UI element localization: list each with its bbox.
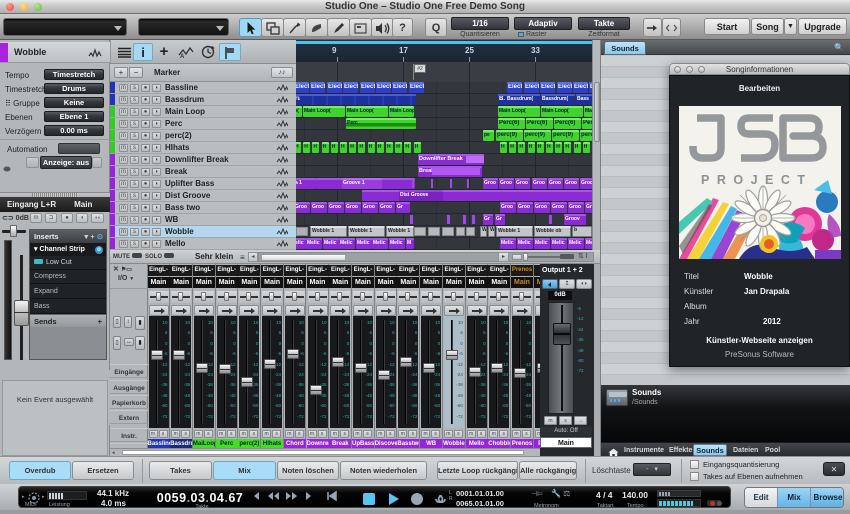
- svg-text:A: A: [180, 54, 185, 59]
- svg-text:PROJECT: PROJECT: [701, 173, 813, 187]
